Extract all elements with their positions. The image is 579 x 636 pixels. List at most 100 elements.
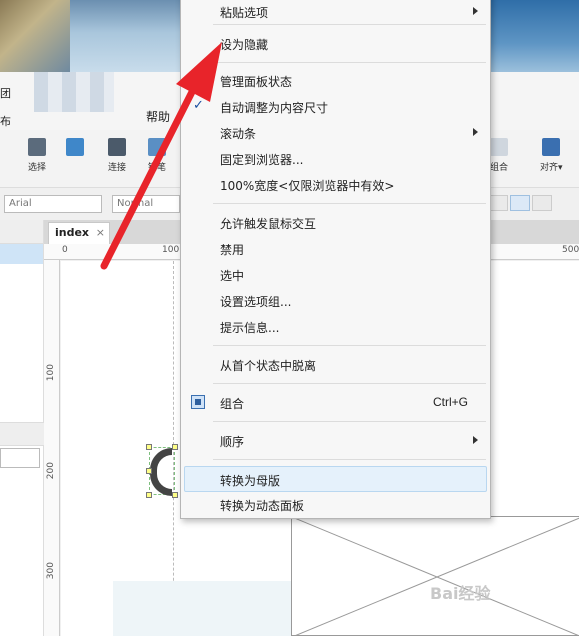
background-rock bbox=[0, 0, 70, 72]
outline-filter-dropdown[interactable] bbox=[0, 448, 40, 468]
menu-item-disable[interactable]: 禁用 bbox=[181, 236, 490, 262]
menu-left-fragments: 团 布 bbox=[0, 80, 11, 136]
help-menu[interactable]: 帮助 bbox=[146, 108, 170, 125]
menu-separator bbox=[213, 345, 486, 346]
font-family-select[interactable]: Arial bbox=[4, 195, 102, 213]
menu-item-pin-to-browser[interactable]: 固定到浏览器... bbox=[181, 146, 490, 172]
menu-item-label: 顺序 bbox=[220, 435, 245, 449]
menu-item-label: 设置选项组... bbox=[220, 295, 292, 309]
align-icon bbox=[542, 138, 561, 156]
menu-item-selected[interactable]: 选中 bbox=[181, 262, 490, 288]
resize-handle[interactable] bbox=[146, 444, 152, 450]
submenu-arrow-icon bbox=[473, 436, 478, 444]
connect-icon bbox=[108, 138, 126, 156]
submenu-arrow-icon bbox=[473, 128, 478, 136]
menu-item-detach-first-state[interactable]: 从首个状态中脱离 bbox=[181, 352, 490, 378]
connect-label: 连接 bbox=[108, 163, 127, 173]
ruler-tick-label: 0 bbox=[62, 245, 68, 255]
menu-separator bbox=[213, 203, 486, 204]
selected-page-row[interactable] bbox=[0, 244, 43, 264]
menu-item-auto-fit-content[interactable]: ✓ 自动调整为内容尺寸 bbox=[181, 94, 490, 120]
align-label: 对齐▾ bbox=[540, 163, 563, 173]
pen-icon bbox=[148, 138, 166, 156]
tab-index[interactable]: index × bbox=[48, 222, 110, 244]
pages-panel-header bbox=[0, 220, 43, 244]
group-icon bbox=[191, 395, 205, 409]
menu-item-label: 粘贴选项 bbox=[220, 6, 269, 20]
placeholder-cross bbox=[292, 517, 579, 635]
background-sky bbox=[490, 0, 579, 72]
menu-item-tooltip[interactable]: 提示信息... bbox=[181, 314, 490, 340]
menu-item-convert-to-dynamic-panel[interactable]: 转换为动态面板 bbox=[181, 492, 490, 518]
align-center-button[interactable] bbox=[510, 195, 530, 211]
align-right-button[interactable] bbox=[532, 195, 552, 211]
group-label: 组合 bbox=[490, 163, 509, 173]
align-tool-button[interactable]: 对齐▾ bbox=[540, 138, 563, 173]
select-tool-label: 选择 bbox=[28, 163, 47, 173]
font-style-select[interactable]: Normal bbox=[112, 195, 180, 213]
connect-icon bbox=[66, 138, 84, 156]
menu-separator bbox=[213, 24, 486, 25]
ruler-tick-label: 200 bbox=[46, 462, 56, 480]
menu-separator bbox=[213, 459, 486, 460]
close-icon[interactable]: × bbox=[96, 226, 105, 239]
placeholder-widget[interactable] bbox=[291, 516, 579, 636]
context-menu: 粘贴选项 设为隐藏 管理面板状态 ✓ 自动调整为内容尺寸 滚动条 固定到浏览器.… bbox=[180, 0, 491, 519]
watermark-logo: Bai经验 bbox=[430, 584, 491, 603]
check-icon: ✓ bbox=[193, 98, 204, 113]
menu-item-label: 提示信息... bbox=[220, 321, 280, 335]
pixelated-area bbox=[34, 72, 114, 112]
menu-item-manage-panel-states[interactable]: 管理面板状态 bbox=[181, 68, 490, 94]
submenu-arrow-icon bbox=[473, 7, 478, 15]
select-tool-button[interactable]: 选择 bbox=[28, 138, 46, 173]
menu-item-convert-to-master[interactable]: 转换为母版 bbox=[184, 466, 487, 492]
ruler-tick-label: 100 bbox=[162, 245, 180, 255]
ruler-tick-label: 100 bbox=[46, 364, 56, 382]
menu-item-label: 允许触发鼠标交互 bbox=[220, 217, 317, 231]
menu-item-label: 转换为母版 bbox=[220, 474, 281, 488]
menu-item-label: 自动调整为内容尺寸 bbox=[220, 101, 329, 115]
half-circle-shape bbox=[150, 448, 172, 496]
menu-item-label: 组合 bbox=[220, 397, 245, 411]
menu-item-label: 设为隐藏 bbox=[220, 38, 269, 52]
menu-separator bbox=[213, 62, 486, 63]
align-left-button[interactable] bbox=[488, 195, 508, 211]
menu-item-label: 选中 bbox=[220, 269, 245, 283]
menu-item-label: 滚动条 bbox=[220, 127, 257, 141]
menu-item-shortcut: Ctrl+G bbox=[432, 395, 468, 409]
ruler-tick-label: 500 bbox=[562, 245, 579, 255]
menu-item-scrollbar[interactable]: 滚动条 bbox=[181, 120, 490, 146]
left-panel bbox=[0, 220, 44, 636]
select-icon bbox=[28, 138, 46, 156]
menu-item-label: 固定到浏览器... bbox=[220, 153, 304, 167]
connect-button[interactable]: 连接 bbox=[108, 138, 126, 173]
pen-tool-button[interactable]: 钢笔 bbox=[148, 138, 166, 173]
menu-item-group[interactable]: 组合 Ctrl+G bbox=[181, 390, 490, 416]
resize-handle[interactable] bbox=[172, 444, 178, 450]
vertical-ruler: 100 200 300 bbox=[44, 260, 60, 636]
group-tool-button[interactable]: 组合 bbox=[490, 138, 508, 173]
connect-tool-button[interactable] bbox=[66, 138, 84, 160]
menu-item-label: 管理面板状态 bbox=[220, 75, 293, 89]
group-icon bbox=[490, 138, 508, 156]
menu-item-label: 100%宽度<仅限浏览器中有效> bbox=[220, 179, 395, 193]
menu-item-set-hidden[interactable]: 设为隐藏 bbox=[181, 31, 490, 57]
menu-separator bbox=[213, 421, 486, 422]
menu-item-full-width[interactable]: 100%宽度<仅限浏览器中有效> bbox=[181, 172, 490, 198]
resize-handle[interactable] bbox=[146, 492, 152, 498]
pen-label: 钢笔 bbox=[148, 163, 167, 173]
outline-panel-header bbox=[0, 422, 44, 446]
resize-handle[interactable] bbox=[146, 468, 152, 474]
menu-fragment-1[interactable]: 团 bbox=[0, 80, 11, 108]
menu-separator bbox=[213, 383, 486, 384]
selected-shape-widget[interactable] bbox=[146, 444, 178, 498]
ruler-tick-label: 300 bbox=[46, 562, 56, 580]
menu-item-set-option-group[interactable]: 设置选项组... bbox=[181, 288, 490, 314]
menu-item-paste-options[interactable]: 粘贴选项 bbox=[181, 0, 490, 25]
tab-index-label: index bbox=[55, 226, 90, 239]
menu-item-order[interactable]: 顺序 bbox=[181, 428, 490, 454]
text-align-buttons bbox=[488, 195, 558, 213]
menu-item-allow-mouse-interaction[interactable]: 允许触发鼠标交互 bbox=[181, 210, 490, 236]
resize-handle[interactable] bbox=[172, 492, 178, 498]
menu-item-label: 转换为动态面板 bbox=[220, 499, 305, 513]
